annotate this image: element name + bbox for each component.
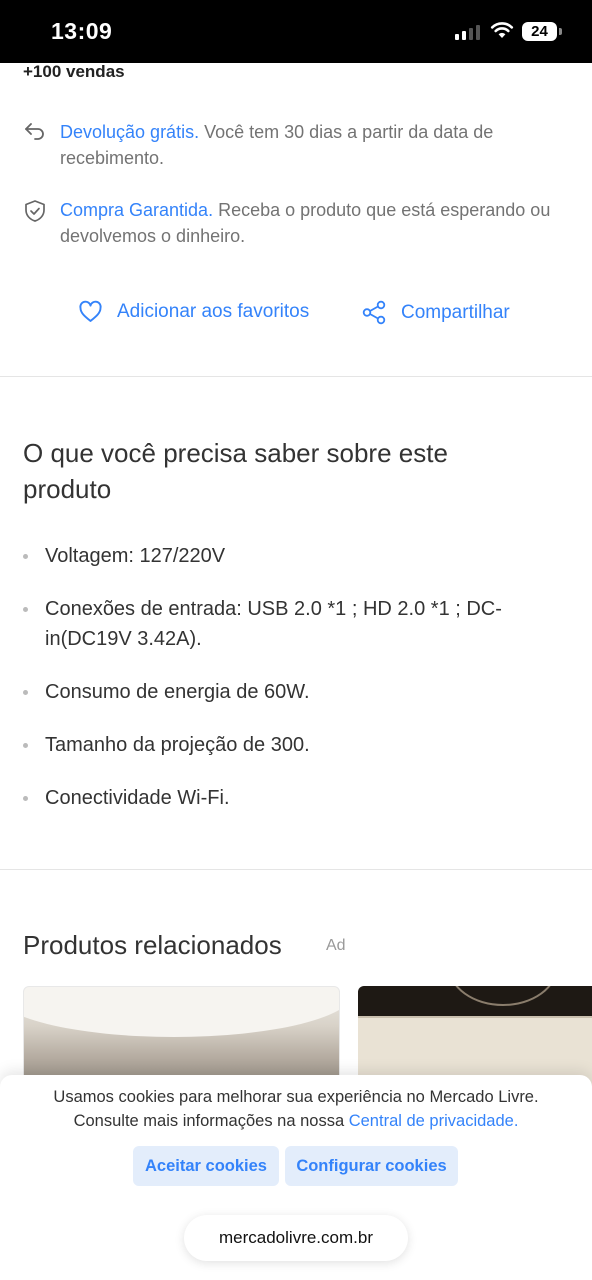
privacy-center-link[interactable]: Central de privacidade.: [349, 1112, 519, 1130]
configure-cookies-button[interactable]: Configurar cookies: [285, 1146, 458, 1186]
cookie-message: Usamos cookies para melhorar sua experiê…: [0, 1085, 592, 1133]
spec-item: Consumo de energia de 60W.: [23, 677, 568, 707]
specs-list: Voltagem: 127/220V Conexões de entrada: …: [23, 541, 568, 836]
cookie-message-text: Consulte mais informações na nossa: [73, 1112, 349, 1130]
sales-count: +100 vendas: [23, 62, 125, 81]
product-actions: Adicionar aos favoritos Compartilhar: [0, 300, 592, 334]
wifi-icon: [490, 22, 514, 38]
add-to-favorites-button[interactable]: Adicionar aos favoritos: [78, 300, 309, 324]
free-return-info: Devolução grátis. Você tem 30 dias a par…: [23, 119, 573, 171]
status-time: 13:09: [51, 18, 113, 44]
product-image-detail: [448, 986, 558, 1006]
add-to-favorites-label: Adicionar aos favoritos: [117, 301, 310, 322]
free-return-link[interactable]: Devolução grátis.: [60, 122, 199, 142]
related-product-card[interactable]: [23, 986, 340, 1086]
section-divider: [0, 376, 592, 377]
section-divider: [0, 869, 592, 870]
spec-item: Voltagem: 127/220V: [23, 541, 568, 571]
heart-icon: [79, 300, 102, 322]
spec-item: Conexões de entrada: USB 2.0 *1 ; HD 2.0…: [23, 594, 568, 654]
status-bar: 13:09 24: [0, 0, 592, 63]
battery-level: 24: [522, 22, 557, 41]
cellular-signal-icon: [455, 24, 480, 40]
spec-item: Tamanho da projeção de 300.: [23, 730, 568, 760]
browser-url-bar[interactable]: mercadolivre.com.br: [184, 1215, 408, 1261]
shield-check-icon: [25, 200, 45, 222]
purchase-guarantee-link[interactable]: Compra Garantida.: [60, 200, 213, 220]
cookie-banner: Usamos cookies para melhorar sua experiê…: [0, 1075, 592, 1280]
purchase-guarantee-info: Compra Garantida. Receba o produto que e…: [23, 197, 573, 249]
accept-cookies-button[interactable]: Aceitar cookies: [133, 1146, 279, 1186]
return-arrow-icon: [25, 123, 44, 140]
cookie-message-line2: Consulte mais informações na nossa Centr…: [0, 1109, 592, 1133]
ad-label: Ad: [326, 937, 346, 954]
cookie-message-line1: Usamos cookies para melhorar sua experiê…: [53, 1088, 539, 1106]
related-products-title: Produtos relacionados: [23, 930, 282, 960]
specs-title: O que você precisa saber sobre este prod…: [23, 438, 448, 504]
share-button[interactable]: Compartilhar: [362, 300, 510, 325]
share-label: Compartilhar: [401, 301, 510, 323]
spec-item: Conectividade Wi-Fi.: [23, 783, 568, 813]
product-image: [24, 987, 339, 1037]
share-icon: [362, 300, 386, 325]
related-product-card[interactable]: [358, 986, 592, 1086]
battery-icon: [559, 28, 562, 35]
